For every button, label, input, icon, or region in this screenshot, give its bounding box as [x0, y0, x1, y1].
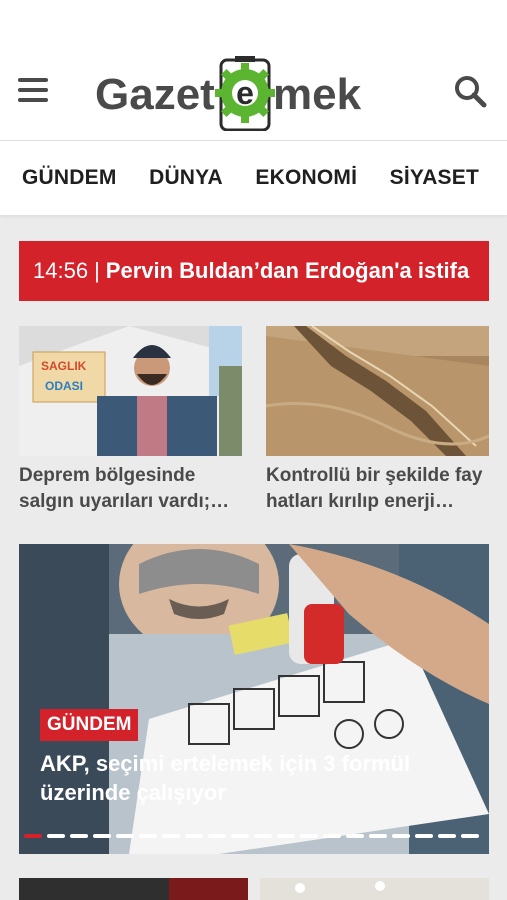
hero-title: AKP, seçimi ertelemek için 3 formül üzer… [40, 751, 411, 805]
svg-text:e: e [236, 75, 254, 111]
status-bar [0, 0, 507, 46]
slider-dot[interactable] [277, 834, 295, 838]
nav-item-gundem[interactable]: GÜNDEM [22, 166, 117, 190]
slider-dot[interactable] [392, 834, 410, 838]
news-card-image [266, 326, 489, 456]
slider-dot[interactable] [24, 834, 42, 838]
slider-dot[interactable] [369, 834, 387, 838]
site-logo[interactable]: Gazet e mek [95, 51, 390, 131]
app-header: Gazet e mek [0, 46, 507, 141]
hero-image [19, 544, 489, 854]
slider-dot[interactable] [70, 834, 88, 838]
breaking-separator: | [94, 258, 100, 283]
slider-dot[interactable] [254, 834, 272, 838]
slider-dot[interactable] [47, 834, 65, 838]
news-card-image-partial[interactable] [260, 878, 489, 900]
slider-dot[interactable] [116, 834, 134, 838]
news-card-image: SAGLIK ODASI [19, 326, 242, 456]
news-card[interactable]: SAGLIK ODASI Deprem bölgesinde salgın uy… [19, 326, 242, 515]
nav-item-ekonomi[interactable]: EKONOMİ [255, 166, 357, 190]
breaking-time: 14:56 [33, 258, 89, 283]
news-card-title: Kontrollü bir şekilde fay hatları kırılı… [266, 465, 483, 512]
category-nav: GÜNDEM DÜNYA EKONOMİ SİYASET [0, 141, 507, 215]
slider-dot[interactable] [185, 834, 203, 838]
slider-dot[interactable] [438, 834, 456, 838]
slider-dot[interactable] [162, 834, 180, 838]
svg-text:ODASI: ODASI [45, 379, 83, 393]
slider-dot[interactable] [346, 834, 364, 838]
search-icon[interactable] [453, 74, 487, 108]
slider-pagination [24, 834, 479, 838]
slider-dot[interactable] [415, 834, 433, 838]
breaking-news-bar[interactable]: 14:56 | Pervin Buldan’dan Erdoğan'a isti… [19, 241, 489, 301]
breaking-headline: Pervin Buldan’dan Erdoğan'a istifa [105, 258, 470, 283]
news-card-image-partial[interactable] [19, 878, 248, 900]
slider-dot[interactable] [323, 834, 341, 838]
news-card-title: Deprem bölgesinde salgın uyarıları vardı… [19, 465, 211, 512]
svg-text:SAGLIK: SAGLIK [41, 359, 87, 373]
slider-dot[interactable] [208, 834, 226, 838]
hamburger-menu-icon[interactable] [18, 78, 48, 104]
hero-category-badge[interactable]: GÜNDEM [40, 709, 139, 741]
slider-dot[interactable] [93, 834, 111, 838]
hero-slider[interactable]: GÜNDEM AKP, seçimi ertelemek için 3 form… [19, 544, 489, 854]
nav-item-dunya[interactable]: DÜNYA [149, 166, 223, 190]
news-card[interactable]: Kontrollü bir şekilde fay hatları kırılı… [266, 326, 489, 515]
slider-dot[interactable] [139, 834, 157, 838]
slider-dot[interactable] [300, 834, 318, 838]
slider-dot[interactable] [231, 834, 249, 838]
slider-dot[interactable] [461, 834, 479, 838]
svg-text:mek: mek [273, 70, 362, 119]
nav-item-siyaset[interactable]: SİYASET [390, 166, 479, 190]
svg-text:Gazet: Gazet [95, 70, 215, 119]
